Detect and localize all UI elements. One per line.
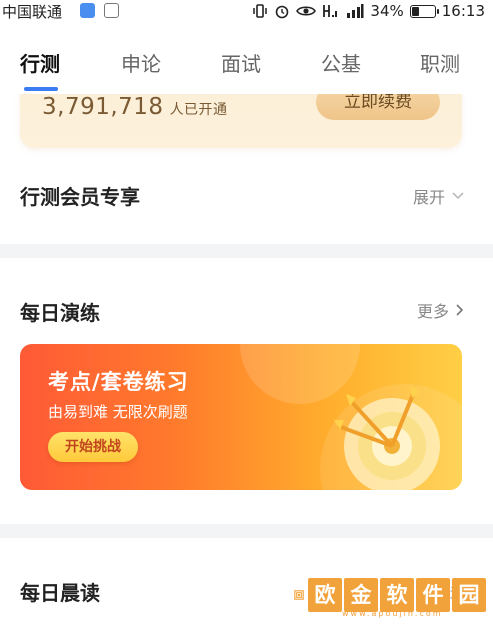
watermark-char: 软: [380, 578, 414, 612]
signal-hd-icon: [323, 5, 338, 17]
active-tab-indicator: [24, 87, 58, 91]
practice-banner[interactable]: 考点/套卷练习 由易到难 无限次刷题 开始挑战: [20, 344, 462, 490]
tab-xingce[interactable]: 行测: [20, 48, 60, 77]
carrier-name: 中国联通: [2, 3, 63, 21]
more-practice-button[interactable]: 更多: [417, 298, 465, 322]
tab-shenlun[interactable]: 申论: [121, 48, 161, 77]
watermark-char: 件: [416, 578, 450, 612]
watermark-url: www.apoujin.com: [342, 609, 443, 618]
alarm-icon: [276, 5, 289, 19]
eye-icon: [296, 6, 317, 16]
section-divider: [0, 244, 493, 258]
tab-gongji[interactable]: 公基: [321, 48, 361, 77]
chevron-right-icon: [456, 304, 464, 316]
clock: 16:13: [441, 2, 485, 20]
cell-signal-icon: [347, 4, 364, 18]
banner-subtitle: 由易到难 无限次刷题: [48, 403, 188, 421]
member-count-number: 3,791,718: [42, 94, 164, 120]
member-count-suffix: 人已开通: [169, 102, 228, 118]
battery-percent: 34%: [370, 2, 404, 20]
site-watermark: 欧 金 软 件 园 www.apoujin.com: [294, 573, 486, 618]
watermark-char: 金: [344, 578, 378, 612]
watermark-char: 园: [452, 578, 486, 612]
status-bar: 中国联通 34% 16:13: [0, 0, 493, 22]
watermark-text: 欧 金 软 件 园: [308, 578, 486, 612]
notification-image-icon: [104, 3, 119, 18]
banner-title: 考点/套卷练习: [48, 370, 189, 394]
start-challenge-button[interactable]: 开始挑战: [48, 432, 138, 462]
expand-button[interactable]: 展开: [413, 184, 465, 208]
target-arrows-icon: [334, 386, 440, 490]
vibrate-icon: [253, 4, 268, 18]
section-divider: [0, 524, 493, 538]
notification-app-icon: [80, 3, 95, 18]
chevron-down-icon: [452, 192, 464, 200]
morning-read-title: 每日晨读: [20, 581, 100, 605]
watermark-char: 欧: [308, 578, 342, 612]
more-label: 更多: [416, 302, 449, 321]
tab-mianshi[interactable]: 面试: [221, 48, 261, 77]
battery-icon: [409, 4, 439, 18]
category-tabs: 行测 申论 面试 公基 职测: [0, 40, 493, 94]
expand-label: 展开: [412, 188, 445, 207]
member-perks-title: 行测会员专享: [20, 185, 140, 209]
member-count: 3,791,718 人已开通: [42, 94, 228, 120]
watermark-logo-icon: [294, 590, 304, 600]
tab-zhice[interactable]: 职测: [420, 48, 460, 77]
daily-practice-title: 每日演练: [20, 301, 100, 325]
battery-fill: [411, 6, 419, 16]
